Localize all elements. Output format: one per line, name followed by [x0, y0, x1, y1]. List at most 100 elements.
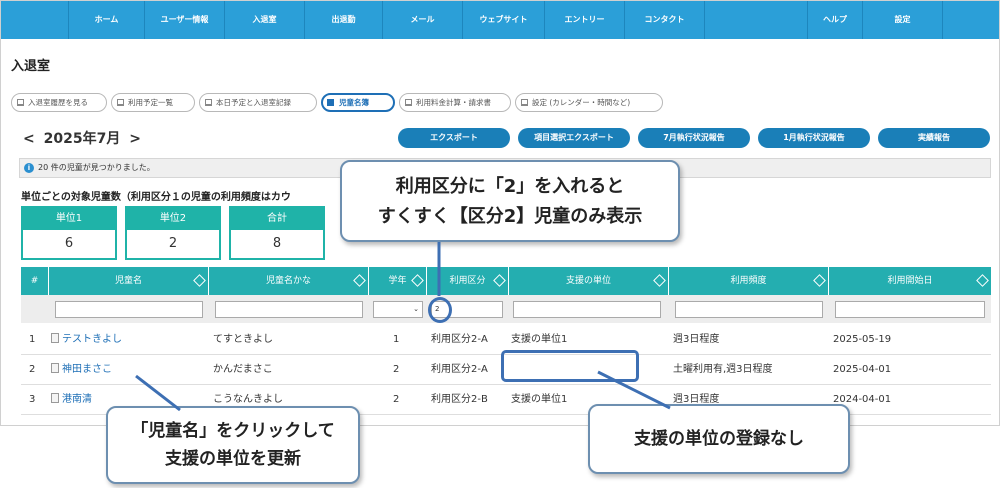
child-name-link[interactable]: テストきよし	[51, 325, 122, 355]
child-name-link[interactable]: 神田まさこ	[51, 355, 112, 385]
bookmark-icon	[117, 99, 124, 106]
month-label: 2025年7月	[43, 131, 121, 147]
category: 利用区分2-A	[431, 334, 488, 345]
filter-row: ⌄ 2	[21, 295, 991, 323]
tab-billing[interactable]: 利用料金計算・請求書	[399, 93, 511, 112]
nav-blank	[1, 1, 69, 39]
empty-unit-highlight	[501, 350, 639, 382]
sort-icon[interactable]	[976, 274, 989, 287]
category: 利用区分2-B	[431, 394, 488, 405]
summary-title: 単位ごとの対象児童数（利用区分１の児童の利用頻度はカウ	[21, 192, 291, 203]
tab-child-roster[interactable]: 児童名簿	[321, 93, 395, 112]
export-button[interactable]: エクスポート	[398, 128, 510, 148]
grade: 2	[393, 394, 400, 405]
frequency: 土曜利用有,週3日程度	[673, 364, 773, 375]
start-date: 2025-05-19	[833, 334, 892, 345]
col-header-name[interactable]: 児童名	[49, 267, 209, 295]
filter-unit-input[interactable]	[513, 301, 661, 318]
summary-box-unit2: 単位2 2	[125, 206, 221, 260]
chevron-down-icon: ⌄	[413, 305, 419, 313]
unit-note-callout: 支援の単位の登録なし	[588, 404, 850, 474]
sort-icon[interactable]	[653, 274, 666, 287]
filter-grade-select[interactable]: ⌄	[373, 301, 423, 318]
tab-settings[interactable]: 設定 (カレンダー・時間など)	[515, 93, 663, 112]
summary-label: 単位1	[23, 208, 115, 230]
bookmark-icon	[327, 99, 334, 106]
row-number: 3	[29, 394, 36, 405]
document-icon	[51, 363, 59, 373]
filter-note-callout: 利用区分に「2」を入れると すくすく【区分2】児童のみ表示	[340, 160, 680, 242]
grade: 2	[393, 364, 400, 375]
nav-user-info[interactable]: ユーザー情報	[145, 1, 225, 39]
category: 利用区分2-A	[431, 364, 488, 375]
row-number: 1	[29, 334, 36, 345]
row-number: 2	[29, 364, 36, 375]
frequency: 週3日程度	[673, 334, 720, 345]
sort-icon[interactable]	[411, 274, 424, 287]
summary-label: 合計	[231, 208, 323, 230]
col-header-kana[interactable]: 児童名かな	[209, 267, 369, 295]
top-nav: ホーム ユーザー情報 入退室 出退勤 メール ウェブサイト エントリー コンタク…	[1, 1, 999, 39]
col-header-frequency[interactable]: 利用頻度	[669, 267, 829, 295]
tab-today-records[interactable]: 本日予定と入退室記録	[199, 93, 317, 112]
child-kana: てすときよし	[213, 334, 273, 345]
unit-note-line1: 支援の単位の登録なし	[634, 429, 804, 449]
summary-value: 8	[272, 236, 282, 251]
nav-settings[interactable]: 設定	[863, 1, 943, 39]
col-header-category[interactable]: 利用区分	[427, 267, 509, 295]
nav-contact[interactable]: コンタクト	[625, 1, 705, 39]
col-header-unit[interactable]: 支援の単位	[509, 267, 669, 295]
document-icon	[51, 393, 59, 403]
summary-value: 2	[168, 236, 178, 251]
july-report-button[interactable]: 7月執行状況報告	[638, 128, 750, 148]
bookmark-icon	[521, 99, 528, 106]
nav-home[interactable]: ホーム	[69, 1, 145, 39]
tab-schedule-list[interactable]: 利用予定一覧	[111, 93, 195, 112]
info-icon: i	[24, 163, 34, 173]
bookmark-icon	[405, 99, 412, 106]
start-date: 2025-04-01	[833, 364, 892, 375]
filter-name-input[interactable]	[55, 301, 203, 318]
bookmark-icon	[205, 99, 212, 106]
sort-icon[interactable]	[353, 274, 366, 287]
sort-icon[interactable]	[813, 274, 826, 287]
summary-label: 単位2	[127, 208, 219, 230]
tab-entry-history[interactable]: 入退室履歴を見る	[11, 93, 107, 112]
info-message: 20 件の児童が見つかりました。	[38, 163, 155, 172]
month-navigator: < 2025年7月 >	[23, 128, 141, 148]
sort-icon[interactable]	[493, 274, 506, 287]
nav-mail[interactable]: メール	[383, 1, 463, 39]
filter-start-date-input[interactable]	[835, 301, 985, 318]
nav-website[interactable]: ウェブサイト	[463, 1, 545, 39]
bookmark-icon	[17, 99, 24, 106]
next-month-button[interactable]: >	[129, 131, 141, 147]
summary-value: 6	[64, 236, 74, 251]
grade: 1	[393, 334, 400, 345]
nav-entry[interactable]: エントリー	[545, 1, 625, 39]
filter-kana-input[interactable]	[215, 301, 363, 318]
filter-note-line2: すくすく【区分2】児童のみ表示	[377, 206, 643, 227]
filter-highlight-circle	[428, 297, 452, 323]
page-title: 入退室	[11, 59, 51, 74]
name-note-line2: 支援の単位を更新	[165, 449, 301, 469]
nav-attendance[interactable]: 入退室	[225, 1, 305, 39]
prev-month-button[interactable]: <	[23, 131, 35, 147]
col-header-grade[interactable]: 学年	[369, 267, 427, 295]
results-report-button[interactable]: 実績報告	[878, 128, 990, 148]
col-header-number: #	[21, 267, 49, 295]
nav-help[interactable]: ヘルプ	[807, 1, 863, 39]
select-export-button[interactable]: 項目選択エクスポート	[518, 128, 630, 148]
document-icon	[51, 333, 59, 343]
col-header-start-date[interactable]: 利用開始日	[829, 267, 991, 295]
name-note-callout: 「児童名」をクリックして 支援の単位を更新	[106, 406, 360, 484]
child-name-link[interactable]: 港南清	[51, 385, 92, 415]
child-kana: かんだまさこ	[213, 364, 273, 375]
summary-box-unit1: 単位1 6	[21, 206, 117, 260]
sort-icon[interactable]	[193, 274, 206, 287]
summary-box-total: 合計 8	[229, 206, 325, 260]
january-report-button[interactable]: 1月執行状況報告	[758, 128, 870, 148]
support-unit: 支援の単位1	[511, 394, 568, 405]
nav-work[interactable]: 出退勤	[305, 1, 383, 39]
filter-note-line1: 利用区分に「2」を入れると	[395, 176, 625, 197]
filter-frequency-input[interactable]	[675, 301, 823, 318]
